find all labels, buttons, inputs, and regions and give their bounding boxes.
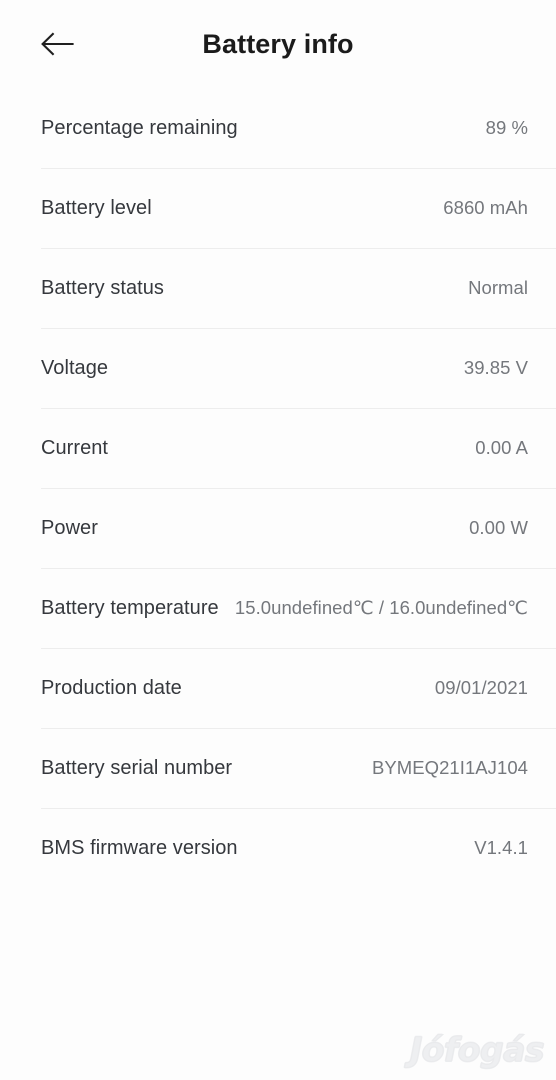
row-value-current: 0.00 A bbox=[475, 437, 528, 458]
row-label-percentage-remaining: Percentage remaining bbox=[41, 116, 238, 139]
table-row[interactable]: Battery status Normal bbox=[0, 248, 556, 328]
table-row[interactable]: Production date 09/01/2021 bbox=[0, 648, 556, 728]
row-label-power: Power bbox=[41, 516, 98, 539]
row-label-battery-status: Battery status bbox=[41, 276, 164, 299]
row-value-battery-serial-number: BYMEQ21I1AJ104 bbox=[372, 757, 528, 778]
row-label-current: Current bbox=[41, 436, 109, 459]
empty-space: Jófogás bbox=[0, 888, 556, 1080]
row-value-voltage: 39.85 V bbox=[463, 357, 528, 378]
table-row[interactable]: Battery temperature 15.0undefined℃ / 16.… bbox=[0, 568, 556, 648]
watermark-logo: Jófogás bbox=[409, 1030, 545, 1069]
row-value-battery-status: Normal bbox=[468, 277, 528, 298]
table-row[interactable]: Voltage 39.85 V bbox=[0, 328, 556, 408]
table-row[interactable]: BMS firmware version V1.4.1 bbox=[0, 808, 556, 888]
row-value-power: 0.00 W bbox=[469, 517, 528, 538]
table-row[interactable]: Current 0.00 A bbox=[0, 408, 556, 488]
row-label-battery-level: Battery level bbox=[41, 196, 152, 219]
arrow-left-icon bbox=[41, 31, 75, 57]
back-button[interactable] bbox=[30, 16, 86, 72]
row-label-voltage: Voltage bbox=[41, 356, 109, 379]
table-row[interactable]: Battery serial number BYMEQ21I1AJ104 bbox=[0, 728, 556, 808]
battery-info-list: Percentage remaining 89 % Battery level … bbox=[0, 88, 556, 888]
row-label-battery-temperature: Battery temperature bbox=[41, 596, 219, 619]
table-row[interactable]: Power 0.00 W bbox=[0, 488, 556, 568]
row-value-production-date: 09/01/2021 bbox=[434, 677, 528, 698]
battery-info-screen: Battery info Percentage remaining 89 % B… bbox=[0, 0, 556, 1080]
row-label-bms-firmware-version: BMS firmware version bbox=[41, 836, 238, 859]
row-value-bms-firmware-version: V1.4.1 bbox=[474, 837, 528, 858]
row-value-battery-temperature: 15.0undefined℃ / 16.0undefined℃ bbox=[234, 597, 528, 618]
row-label-production-date: Production date bbox=[41, 676, 182, 699]
app-bar: Battery info bbox=[0, 0, 556, 88]
row-value-battery-level: 6860 mAh bbox=[443, 197, 528, 218]
row-value-percentage-remaining: 89 % bbox=[485, 117, 528, 138]
table-row[interactable]: Percentage remaining 89 % bbox=[0, 88, 556, 168]
row-label-battery-serial-number: Battery serial number bbox=[41, 756, 233, 779]
table-row[interactable]: Battery level 6860 mAh bbox=[0, 168, 556, 248]
